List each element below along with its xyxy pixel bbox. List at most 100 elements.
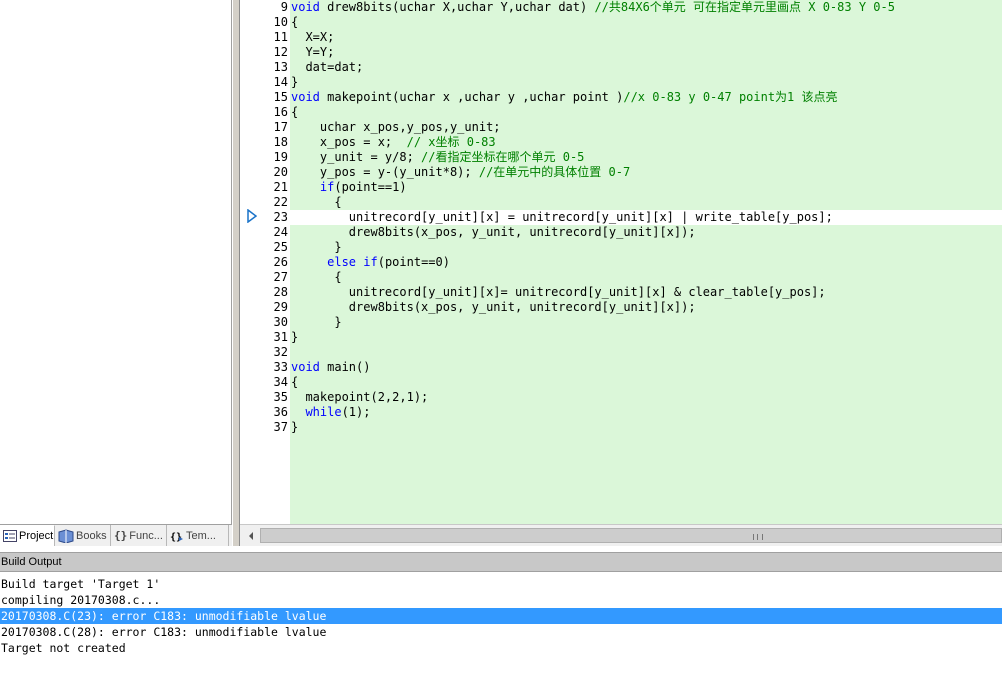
code-line[interactable]: 36 while(1); [240, 405, 1002, 420]
tab-templates-label: Tem... [186, 529, 216, 542]
code-line[interactable]: 19 y_unit = y/8; //看指定坐标在哪个单元 0-5 [240, 150, 1002, 165]
code-text: { [291, 105, 299, 119]
line-number: 25 [273, 240, 288, 254]
code-text: { [291, 270, 342, 284]
tab-project-label: Project [19, 530, 54, 542]
code-line[interactable]: 32 [240, 345, 1002, 360]
line-number: 11 [273, 30, 288, 44]
line-number: 12 [273, 45, 288, 59]
code-text: y_pos = y-(y_unit*8); //在单元中的具体位置 0-7 [291, 165, 631, 179]
build-output-line[interactable]: 20170308.C(23): error C183: unmodifiable… [0, 608, 1002, 624]
code-text: unitrecord[y_unit][x]= unitrecord[y_unit… [291, 285, 826, 299]
code-line[interactable]: 24 drew8bits(x_pos, y_unit, unitrecord[y… [240, 225, 1002, 240]
code-line[interactable]: 17 uchar x_pos,y_pos,y_unit; [240, 120, 1002, 135]
build-output-line[interactable]: 20170308.C(28): error C183: unmodifiable… [0, 624, 1002, 640]
line-number: 28 [273, 285, 288, 299]
code-line[interactable]: 25 } [240, 240, 1002, 255]
line-number: 31 [273, 330, 288, 344]
code-line[interactable]: 34{ [240, 375, 1002, 390]
code-text: { [291, 375, 299, 389]
code-text: dat=dat; [291, 60, 364, 74]
svg-text:{}: {} [170, 532, 182, 542]
tab-books-label: Books [76, 529, 107, 542]
scroll-left-icon[interactable] [244, 529, 258, 543]
tab-project[interactable]: Project [0, 525, 55, 546]
tab-functions-label: Func... [129, 529, 163, 542]
code-text: else if(point==0) [327, 255, 450, 269]
line-number: 37 [273, 420, 288, 434]
tab-functions[interactable]: {} Func... [111, 525, 167, 546]
books-icon [58, 528, 74, 543]
line-number: 29 [273, 300, 288, 314]
code-line[interactable]: 28 unitrecord[y_unit][x]= unitrecord[y_u… [240, 285, 1002, 300]
code-line[interactable]: 31} [240, 330, 1002, 345]
code-line[interactable]: 13 dat=dat; [240, 60, 1002, 75]
build-output-panel[interactable]: Build target 'Target 1' compiling 2017030… [0, 572, 1002, 696]
line-number: 10 [273, 15, 288, 29]
code-editor[interactable]: 9 void drew8bits(uchar X,uchar Y,uchar da… [240, 0, 1002, 524]
code-line[interactable]: 12 Y=Y; [240, 45, 1002, 60]
code-line[interactable]: 35 makepoint(2,2,1); [240, 390, 1002, 405]
code-text: x_pos = x; // x坐标 0-83 [291, 135, 496, 149]
code-text: drew8bits(x_pos, y_unit, unitrecord[y_un… [291, 300, 696, 314]
code-line[interactable]: 33 void main() [240, 360, 1002, 375]
build-output-line[interactable]: Build target 'Target 1' [0, 576, 1002, 592]
code-line[interactable]: 20 y_pos = y-(y_unit*8); //在单元中的具体位置 0-7 [240, 165, 1002, 180]
horizontal-scrollbar[interactable] [240, 524, 1002, 546]
code-text: unitrecord[y_unit][x] = unitrecord[y_uni… [291, 210, 833, 224]
code-text: } [291, 330, 299, 344]
code-text: void main() [291, 360, 371, 374]
code-line[interactable]: 22 { [240, 195, 1002, 210]
project-icon [3, 530, 17, 542]
template-icon: {} [170, 530, 184, 542]
code-text: } [291, 315, 342, 329]
code-line[interactable]: 21 if(point==1) [240, 180, 1002, 195]
line-number: 26 [273, 255, 288, 269]
code-text: } [291, 75, 299, 89]
line-number: 16 [273, 105, 288, 119]
line-number: 13 [273, 60, 288, 74]
code-text: if(point==1) [319, 180, 407, 194]
braces-icon: {} [114, 529, 128, 542]
code-text: drew8bits(x_pos, y_unit, unitrecord[y_un… [291, 225, 696, 239]
code-line[interactable]: 9 void drew8bits(uchar X,uchar Y,uchar da… [240, 0, 1002, 15]
build-output-line[interactable]: Target not created [0, 640, 1002, 656]
code-text: while(1); [305, 405, 371, 419]
project-tabs: Project Books {} Func... {} Tem... [0, 524, 232, 546]
code-line[interactable]: 18 x_pos = x; // x坐标 0-83 [240, 135, 1002, 150]
line-number: 30 [273, 315, 288, 329]
code-line[interactable]: 16{ [240, 105, 1002, 120]
line-number: 15 [273, 90, 288, 104]
scrollbar-thumb[interactable] [260, 528, 1002, 543]
code-line[interactable]: 23 unitrecord[y_unit][x] = unitrecord[y_… [274, 210, 1002, 225]
code-line[interactable]: 30 } [240, 315, 1002, 330]
code-text: { [291, 195, 342, 209]
line-number: 14 [273, 75, 288, 89]
grip-icon [753, 534, 763, 540]
project-panel: Project Books {} Func... {} Tem... [0, 0, 232, 546]
tab-templates[interactable]: {} Tem... [167, 525, 229, 546]
line-number: 32 [273, 345, 288, 359]
build-output-line[interactable]: compiling 20170308.c... [0, 592, 1002, 608]
line-number: 9 [280, 0, 288, 14]
panel-splitter[interactable] [232, 0, 240, 546]
code-text: } [291, 420, 299, 434]
line-number: 24 [273, 225, 288, 239]
line-number: 17 [273, 120, 288, 134]
code-line[interactable]: 29 drew8bits(x_pos, y_unit, unitrecord[y… [240, 300, 1002, 315]
tab-books[interactable]: Books [55, 525, 111, 546]
code-line[interactable]: 10{ [240, 15, 1002, 30]
code-line[interactable]: 27 { [240, 270, 1002, 285]
code-line[interactable]: 11 X=X; [240, 30, 1002, 45]
code-line[interactable]: 37} [240, 420, 1002, 435]
line-number: 20 [273, 165, 288, 179]
code-text: X=X; [291, 30, 335, 44]
code-text: void makepoint(uchar x ,uchar y ,uchar p… [291, 90, 838, 104]
code-line[interactable]: 15 void makepoint(uchar x ,uchar y ,uchar… [240, 90, 1002, 105]
code-text: Y=Y; [291, 45, 335, 59]
line-number: 34 [273, 375, 288, 389]
code-text: uchar x_pos,y_pos,y_unit; [291, 120, 501, 134]
code-line[interactable]: 26 else if(point==0) [240, 255, 1002, 270]
code-line[interactable]: 14} [240, 75, 1002, 90]
project-tree[interactable] [0, 0, 231, 524]
